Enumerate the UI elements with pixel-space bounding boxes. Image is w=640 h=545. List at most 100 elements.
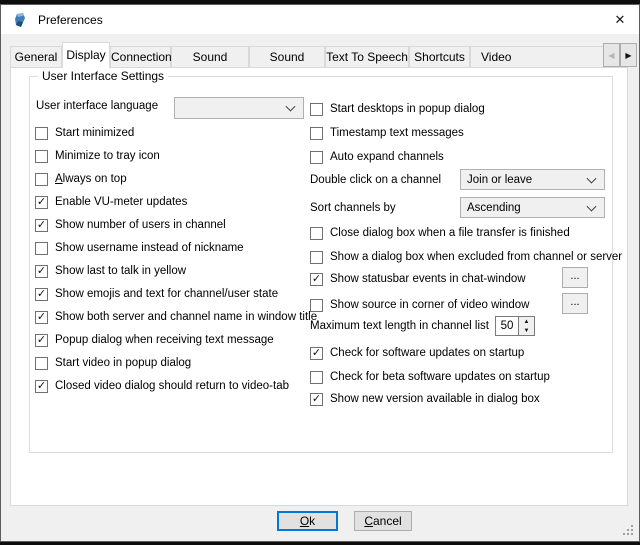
checkbox-label: Show username instead of nickname: [55, 242, 244, 254]
checkbox[interactable]: [310, 371, 323, 384]
video-source-config-button[interactable]: ...: [562, 293, 588, 314]
checkbox-row-excluded-dialog[interactable]: Show a dialog box when excluded from cha…: [310, 249, 622, 265]
checkbox-label: Show a dialog box when excluded from cha…: [330, 251, 622, 263]
window-title: Preferences: [38, 13, 103, 27]
max-text-length-input[interactable]: 50: [495, 316, 519, 336]
checkbox[interactable]: ✓: [310, 393, 323, 406]
checkbox-row-close-on-transfer[interactable]: Close dialog box when a file transfer is…: [310, 225, 570, 241]
resize-grip[interactable]: [623, 525, 625, 527]
language-label: User interface language: [36, 100, 158, 112]
sort-channels-label: Sort channels by: [310, 202, 396, 214]
checkbox[interactable]: [35, 127, 48, 140]
checkbox[interactable]: [35, 357, 48, 370]
checkbox-label: Auto expand channels: [330, 151, 444, 163]
check-icon: ✓: [312, 348, 321, 359]
checkbox-label: Enable VU-meter updates: [55, 196, 187, 208]
checkbox[interactable]: [310, 103, 323, 116]
scroll-left-icon: ◀: [608, 51, 614, 60]
double-click-action-select[interactable]: Join or leave: [460, 169, 605, 190]
checkbox-label: Start video in popup dialog: [55, 357, 191, 369]
checkbox[interactable]: [310, 299, 323, 312]
tab-sound-system[interactable]: Sound System: [171, 46, 249, 68]
checkbox[interactable]: ✓: [35, 288, 48, 301]
checkbox-label: Show number of users in channel: [55, 219, 226, 231]
scroll-right-icon: ▶: [625, 51, 631, 60]
checkbox[interactable]: [310, 227, 323, 240]
checkbox[interactable]: ✓: [35, 334, 48, 347]
tab-shortcuts[interactable]: Shortcuts: [409, 46, 470, 68]
sort-channels-value: Ascending: [467, 202, 521, 214]
checkbox-row-statusbar-events[interactable]: ✓ Show statusbar events in chat-window: [310, 271, 526, 287]
checkbox[interactable]: [35, 242, 48, 255]
max-text-length-value: 50: [501, 320, 514, 332]
close-button[interactable]: ✕: [601, 5, 639, 34]
checkbox-row-last-to-talk[interactable]: ✓ Show last to talk in yellow: [35, 263, 186, 279]
checkbox[interactable]: ✓: [35, 265, 48, 278]
tab-connection[interactable]: Connection: [110, 46, 171, 68]
checkbox[interactable]: [310, 251, 323, 264]
checkbox[interactable]: ✓: [35, 219, 48, 232]
checkbox-row-check-beta-updates[interactable]: Check for beta software updates on start…: [310, 369, 550, 385]
checkbox-row-auto-expand[interactable]: Auto expand channels: [310, 149, 444, 165]
spin-down-button[interactable]: ▼: [519, 326, 534, 335]
statusbar-events-config-button[interactable]: ...: [562, 267, 588, 288]
language-select[interactable]: [174, 97, 304, 119]
double-click-action-value: Join or leave: [467, 174, 532, 186]
checkbox-row-show-emojis[interactable]: ✓ Show emojis and text for channel/user …: [35, 286, 278, 302]
tab-display[interactable]: Display: [62, 42, 110, 68]
spin-up-button[interactable]: ▲: [519, 317, 534, 326]
checkbox-row-video-popup[interactable]: Start video in popup dialog: [35, 355, 191, 371]
checkbox-label: Closed video dialog should return to vid…: [55, 380, 289, 392]
sort-channels-row: Sort channels by Ascending: [310, 197, 606, 218]
checkbox-label: Show last to talk in yellow: [55, 265, 186, 277]
checkbox-row-check-updates[interactable]: ✓ Check for software updates on startup: [310, 345, 524, 361]
titlebar[interactable]: Preferences ✕: [1, 5, 639, 34]
checkbox-row-desktops-popup[interactable]: Start desktops in popup dialog: [310, 101, 485, 117]
checkbox-label: Start desktops in popup dialog: [330, 103, 485, 115]
checkbox-row-popup-text-message[interactable]: ✓ Popup dialog when receiving text messa…: [35, 332, 274, 348]
checkbox[interactable]: [310, 151, 323, 164]
group-title: User Interface Settings: [38, 69, 168, 83]
tab-text-to-speech[interactable]: Text To Speech: [325, 46, 409, 68]
checkbox-label: Minimize to tray icon: [55, 150, 160, 162]
check-icon: ✓: [312, 394, 321, 405]
checkbox-row-show-username[interactable]: Show username instead of nickname: [35, 240, 244, 256]
tab-scroll-right-button[interactable]: ▶: [620, 43, 637, 67]
checkbox-label: Check for beta software updates on start…: [330, 371, 550, 383]
checkbox-label: Show emojis and text for channel/user st…: [55, 288, 278, 300]
max-text-length-label: Maximum text length in channel list: [310, 320, 489, 332]
checkbox-row-minimize-to-tray[interactable]: Minimize to tray icon: [35, 148, 160, 164]
checkbox-row-video-source-corner[interactable]: Show source in corner of video window: [310, 297, 529, 313]
checkbox-row-start-minimized[interactable]: Start minimized: [35, 125, 134, 141]
checkbox[interactable]: [310, 127, 323, 140]
checkbox-row-vu-meter[interactable]: ✓ Enable VU-meter updates: [35, 194, 187, 210]
checkbox-row-server-channel-title[interactable]: ✓ Show both server and channel name in w…: [35, 309, 317, 325]
tab-sound-events[interactable]: Sound Events: [249, 46, 325, 68]
tab-scroll-left-button[interactable]: ◀: [603, 43, 620, 67]
checkbox[interactable]: ✓: [35, 380, 48, 393]
checkbox-row-new-version-dialog[interactable]: ✓ Show new version available in dialog b…: [310, 391, 540, 407]
cancel-button[interactable]: Cancel: [354, 511, 412, 531]
checkbox-label: Show source in corner of video window: [330, 299, 529, 311]
checkbox-row-always-on-top[interactable]: Always on top: [35, 171, 127, 187]
checkbox-row-timestamp-messages[interactable]: Timestamp text messages: [310, 125, 464, 141]
checkbox-label: Check for software updates on startup: [330, 347, 524, 359]
double-click-action-label: Double click on a channel: [310, 174, 441, 186]
max-text-length-row: Maximum text length in channel list 50 ▲…: [310, 316, 535, 336]
check-icon: ✓: [37, 312, 46, 323]
checkbox[interactable]: ✓: [35, 311, 48, 324]
checkbox[interactable]: ✓: [310, 347, 323, 360]
checkbox[interactable]: [35, 150, 48, 163]
checkbox[interactable]: ✓: [35, 196, 48, 209]
checkbox-row-closed-video-return[interactable]: ✓ Closed video dialog should return to v…: [35, 378, 289, 394]
sort-channels-select[interactable]: Ascending: [460, 197, 605, 218]
checkbox[interactable]: [35, 173, 48, 186]
check-icon: ✓: [37, 197, 46, 208]
chevron-down-icon: [587, 173, 597, 183]
checkbox-label: Show new version available in dialog box: [330, 393, 540, 405]
close-icon: ✕: [615, 12, 626, 28]
tab-general[interactable]: General: [10, 46, 62, 68]
ok-button[interactable]: Ok: [277, 511, 338, 531]
checkbox-row-show-user-count[interactable]: ✓ Show number of users in channel: [35, 217, 226, 233]
checkbox[interactable]: ✓: [310, 273, 323, 286]
